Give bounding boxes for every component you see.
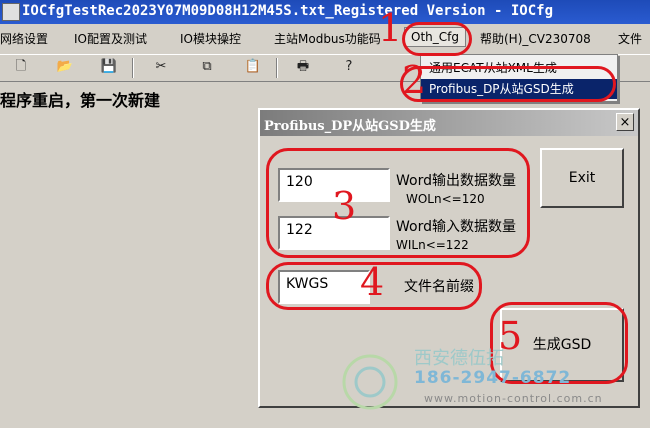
annotation-number: 2 [402, 58, 427, 102]
annotation-ring-menu-item [400, 66, 616, 102]
window-titlebar: IOCfgTestRec2023Y07M09D08H12M45S.txt_Reg… [0, 0, 650, 24]
save-icon[interactable]: 💾 [100, 59, 118, 75]
annotation-number: 3 [332, 184, 357, 228]
watermark-logo [342, 354, 398, 410]
watermark-logo-ring [342, 354, 398, 410]
exit-button[interactable]: Exit [540, 148, 624, 208]
watermark-company: 西安德伍拓 [414, 348, 504, 369]
menu-io-module[interactable]: IO模块操控 [180, 30, 241, 47]
dialog-titlebar: Profibus_DP从站GSD生成 × [260, 110, 638, 136]
print-icon[interactable]: 🖶 [294, 59, 312, 75]
paste-icon[interactable]: 📋 [244, 59, 262, 75]
toolbar-separator [276, 58, 278, 78]
menu-network-settings[interactable]: 网络设置 [0, 30, 48, 47]
menu-help[interactable]: 帮助(H)_CV230708 [480, 30, 591, 47]
toolbar-separator [132, 58, 134, 78]
dialog-title: Profibus_DP从站GSD生成 [264, 119, 436, 134]
annotation-ring-word-fields [266, 148, 530, 258]
annotation-number: 1 [378, 6, 403, 50]
close-icon[interactable]: × [616, 113, 634, 131]
open-folder-icon[interactable]: 📂 [56, 59, 74, 75]
help-icon[interactable]: ? [340, 59, 358, 75]
watermark-phone: 186-2947-6872 [414, 368, 572, 388]
status-message: 程序重启，第一次新建 [0, 91, 161, 110]
watermark-url: www.motion-control.com.cn [424, 392, 603, 405]
watermark-logo-core [354, 366, 386, 398]
app-icon [2, 3, 20, 21]
menu-master-modbus[interactable]: 主站Modbus功能码 [274, 30, 381, 47]
menu-io-config[interactable]: IO配置及测试 [74, 30, 147, 47]
menu-file[interactable]: 文件 [618, 30, 642, 47]
menu-bar: 网络设置 IO配置及测试 IO模块操控 主站Modbus功能码 Oth_Cfg … [0, 24, 650, 54]
new-file-icon[interactable]: 🗋 [12, 59, 30, 75]
annotation-number: 4 [360, 260, 385, 304]
copy-icon[interactable]: ⧉ [198, 59, 216, 75]
window-title: IOCfgTestRec2023Y07M09D08H12M45S.txt_Reg… [22, 3, 554, 19]
annotation-ring-menu [402, 22, 472, 56]
cut-icon[interactable]: ✂ [152, 59, 170, 75]
